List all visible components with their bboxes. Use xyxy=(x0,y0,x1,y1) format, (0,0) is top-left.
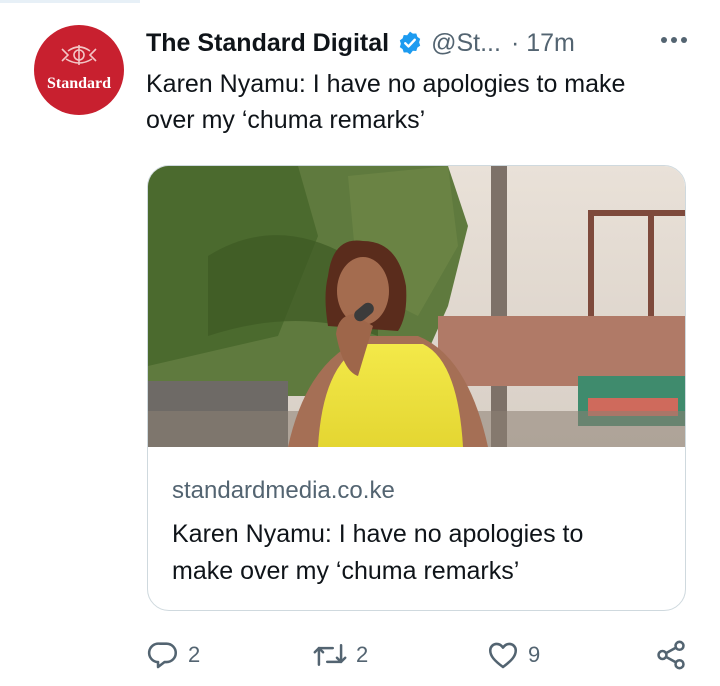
share-button[interactable] xyxy=(654,638,688,672)
tweet-actions: 2 2 9 xyxy=(146,638,696,674)
tweet-header: The Standard Digital @St... · 17m xyxy=(146,26,690,60)
share-icon xyxy=(657,640,685,670)
time-separator: · xyxy=(510,28,520,57)
crest-icon xyxy=(61,45,97,65)
like-icon xyxy=(488,642,518,669)
card-title-line: Karen Nyamu: I have no apologies to xyxy=(172,520,584,548)
reply-button[interactable]: 2 xyxy=(146,638,200,672)
card-title-line: make over my ‘chuma remarks’ xyxy=(172,557,520,585)
top-divider xyxy=(0,0,140,3)
retweet-count: 2 xyxy=(356,642,369,667)
retweet-icon xyxy=(313,644,347,666)
tweet-text-line: Karen Nyamu: I have no apologies to make xyxy=(146,70,626,98)
avatar-logo-text: Standard xyxy=(46,75,112,92)
reply-count: 2 xyxy=(188,642,201,667)
account-name[interactable]: The Standard Digital xyxy=(146,29,389,58)
like-button[interactable]: 9 xyxy=(486,638,540,672)
card-title: Karen Nyamu: I have no apologies to make… xyxy=(172,516,662,590)
avatar[interactable]: Standard xyxy=(34,25,124,115)
tweet-time[interactable]: · 17m xyxy=(511,29,575,58)
more-icon[interactable] xyxy=(658,30,690,55)
retweet-button[interactable]: 2 xyxy=(312,638,368,672)
card-image xyxy=(148,166,685,447)
account-handle[interactable]: @St... xyxy=(431,29,501,58)
link-card[interactable]: standardmedia.co.ke Karen Nyamu: I have … xyxy=(147,165,686,611)
time-value: 17m xyxy=(526,28,575,57)
card-domain: standardmedia.co.ke xyxy=(172,477,395,504)
reply-icon xyxy=(147,642,178,669)
verified-icon xyxy=(397,30,423,56)
like-count: 9 xyxy=(528,642,541,667)
tweet-text: Karen Nyamu: I have no apologies to make… xyxy=(146,66,706,138)
tweet-text-line: over my ‘chuma remarks’ xyxy=(146,106,426,134)
